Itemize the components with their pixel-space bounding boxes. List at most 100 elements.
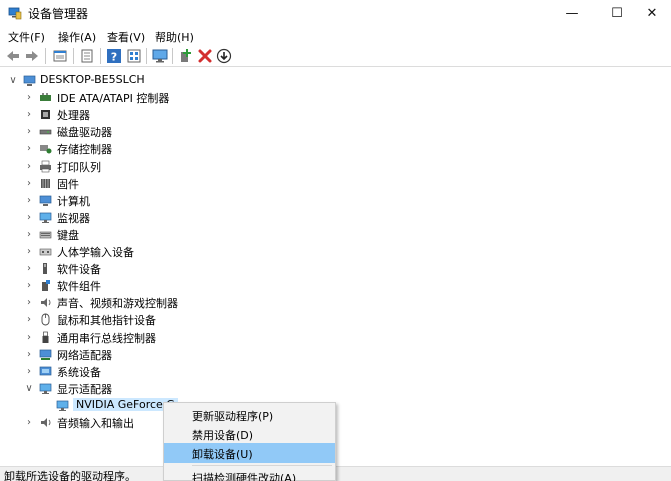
tree-root[interactable]: ∨ DESKTOP-BE5SLCH — [0, 72, 671, 89]
tree-item[interactable]: › 监视器 — [0, 209, 671, 226]
tree-item-label: 固件 — [57, 177, 79, 191]
processor-icon — [41, 110, 50, 120]
menu-help[interactable]: 帮助(H) — [155, 29, 194, 45]
toolbar-separator — [45, 48, 46, 64]
chevron-right-icon[interactable]: › — [24, 93, 34, 103]
chevron-right-icon[interactable]: › — [24, 366, 34, 377]
chevron-right-icon[interactable]: › — [24, 418, 34, 428]
ide-controller-icon — [40, 93, 51, 102]
context-scan-hardware[interactable]: 扫描检测硬件改动(A) — [164, 467, 335, 481]
tree-item-label: 鼠标和其他指针设备 — [57, 314, 156, 328]
help-icon[interactable]: ? — [106, 48, 122, 64]
network-adapter-icon — [39, 349, 52, 360]
download-circle-icon[interactable] — [216, 48, 232, 64]
tree-item[interactable]: › 磁盘驱动器 — [0, 123, 671, 140]
tree-item-label: 音频输入和输出 — [57, 417, 134, 430]
tree-item[interactable]: › 处理器 — [0, 106, 671, 123]
properties-sheet-icon[interactable] — [79, 48, 95, 64]
menu-view[interactable]: 查看(V) — [107, 29, 145, 45]
tree-item-label: 网络适配器 — [57, 348, 112, 362]
tree-item[interactable]: › 计算机 — [0, 192, 671, 209]
tree-item[interactable]: › 软件组件 — [0, 277, 671, 294]
printer-icon — [40, 160, 51, 172]
system-device-icon — [39, 366, 52, 376]
chevron-right-icon[interactable]: › — [24, 212, 34, 223]
tree-item-label: 系统设备 — [57, 365, 101, 379]
back-arrow-icon[interactable] — [5, 48, 21, 64]
tree-item[interactable]: ∨ 显示适配器 — [0, 380, 671, 397]
menu-action[interactable]: 操作(A) — [58, 29, 96, 45]
chevron-right-icon[interactable]: › — [24, 298, 34, 308]
tree-item[interactable]: › 网络适配器 — [0, 346, 671, 363]
tree-item-label: 计算机 — [57, 194, 90, 208]
context-item-label: 更新驱动程序(P) — [192, 410, 274, 423]
tree-item-label: DESKTOP-BE5SLCH — [40, 73, 145, 86]
context-update-driver[interactable]: 更新驱动程序(P) — [164, 405, 335, 425]
chevron-right-icon[interactable]: › — [24, 229, 34, 240]
context-uninstall-device[interactable]: 卸载设备(U) — [164, 443, 335, 463]
chevron-right-icon[interactable]: › — [24, 332, 34, 343]
forward-arrow-icon[interactable] — [24, 48, 40, 64]
context-item-label: 禁用设备(D) — [192, 429, 254, 442]
sound-icon — [41, 298, 51, 308]
tree-item[interactable]: › 人体学输入设备 — [0, 243, 671, 260]
tree-item-label: 显示适配器 — [57, 382, 112, 396]
remove-x-icon[interactable] — [197, 48, 213, 64]
audio-io-icon — [41, 418, 51, 427]
context-disable-device[interactable]: 禁用设备(D) — [164, 424, 335, 444]
context-separator — [192, 465, 332, 466]
tree-item[interactable]: › 鼠标和其他指针设备 — [0, 311, 671, 328]
tree-item[interactable]: › 通用串行总线控制器 — [0, 329, 671, 346]
chevron-right-icon[interactable]: › — [24, 315, 34, 325]
tree-item-label: 监视器 — [57, 211, 90, 225]
chevron-down-icon[interactable]: ∨ — [8, 76, 18, 86]
chevron-right-icon[interactable]: › — [24, 161, 34, 172]
chevron-right-icon[interactable]: › — [24, 144, 34, 154]
tree-item-label: 磁盘驱动器 — [57, 126, 112, 140]
tree-item-label: 键盘 — [57, 228, 79, 242]
chevron-right-icon[interactable]: › — [24, 349, 34, 360]
tree-item[interactable]: › 声音、视频和游戏控制器 — [0, 294, 671, 311]
toolbar: ? — [0, 45, 671, 67]
tree-item[interactable]: › 存储控制器 — [0, 140, 671, 157]
tree-item[interactable]: › 打印队列 — [0, 158, 671, 175]
chevron-down-icon[interactable]: ∨ — [24, 383, 34, 394]
hid-icon — [39, 248, 52, 256]
tree-item[interactable]: › 系统设备 — [0, 363, 671, 380]
context-item-label: 卸载设备(U) — [192, 448, 253, 461]
display-adapter-icon — [39, 383, 52, 394]
gpu-icon — [56, 400, 69, 411]
monitor-icon — [39, 212, 52, 223]
tree-item-label: 声音、视频和游戏控制器 — [57, 297, 178, 311]
usb-icon — [42, 331, 49, 343]
toolbar-separator — [146, 48, 147, 64]
tree-item[interactable]: › 软件设备 — [0, 260, 671, 277]
keyboard-icon — [39, 231, 52, 239]
chevron-right-icon[interactable]: › — [24, 110, 34, 120]
minimize-button[interactable]: — — [549, 0, 595, 26]
tree-item[interactable]: › 固件 — [0, 175, 671, 192]
chevron-right-icon[interactable]: › — [24, 281, 34, 291]
computer-icon — [23, 75, 36, 86]
computer-icon — [39, 195, 52, 206]
monitor-icon[interactable] — [152, 48, 168, 64]
chevron-right-icon[interactable]: › — [24, 264, 34, 274]
chevron-right-icon[interactable]: › — [24, 178, 34, 189]
menu-bar: 文件(F) 操作(A) 查看(V) 帮助(H) — [0, 27, 671, 45]
close-button[interactable]: ✕ — [629, 0, 671, 26]
chevron-right-icon[interactable]: › — [24, 195, 34, 206]
properties-grid-icon[interactable] — [52, 48, 68, 64]
device-list-icon[interactable] — [126, 48, 142, 64]
add-driver-icon[interactable] — [178, 48, 194, 64]
chevron-right-icon[interactable]: › — [24, 247, 34, 257]
menu-file[interactable]: 文件(F) — [8, 29, 45, 45]
tree-item[interactable]: › IDE ATA/ATAPI 控制器 — [0, 89, 671, 106]
toolbar-separator — [172, 48, 173, 64]
tree-item[interactable]: › 键盘 — [0, 226, 671, 243]
disk-drive-icon — [39, 129, 52, 135]
title-bar: 设备管理器 — ☐ ✕ — [0, 0, 671, 26]
window-title: 设备管理器 — [28, 7, 89, 21]
tree-item-label: IDE ATA/ATAPI 控制器 — [57, 92, 170, 106]
chevron-right-icon[interactable]: › — [24, 127, 34, 137]
tree-item-label: 通用串行总线控制器 — [57, 331, 156, 345]
